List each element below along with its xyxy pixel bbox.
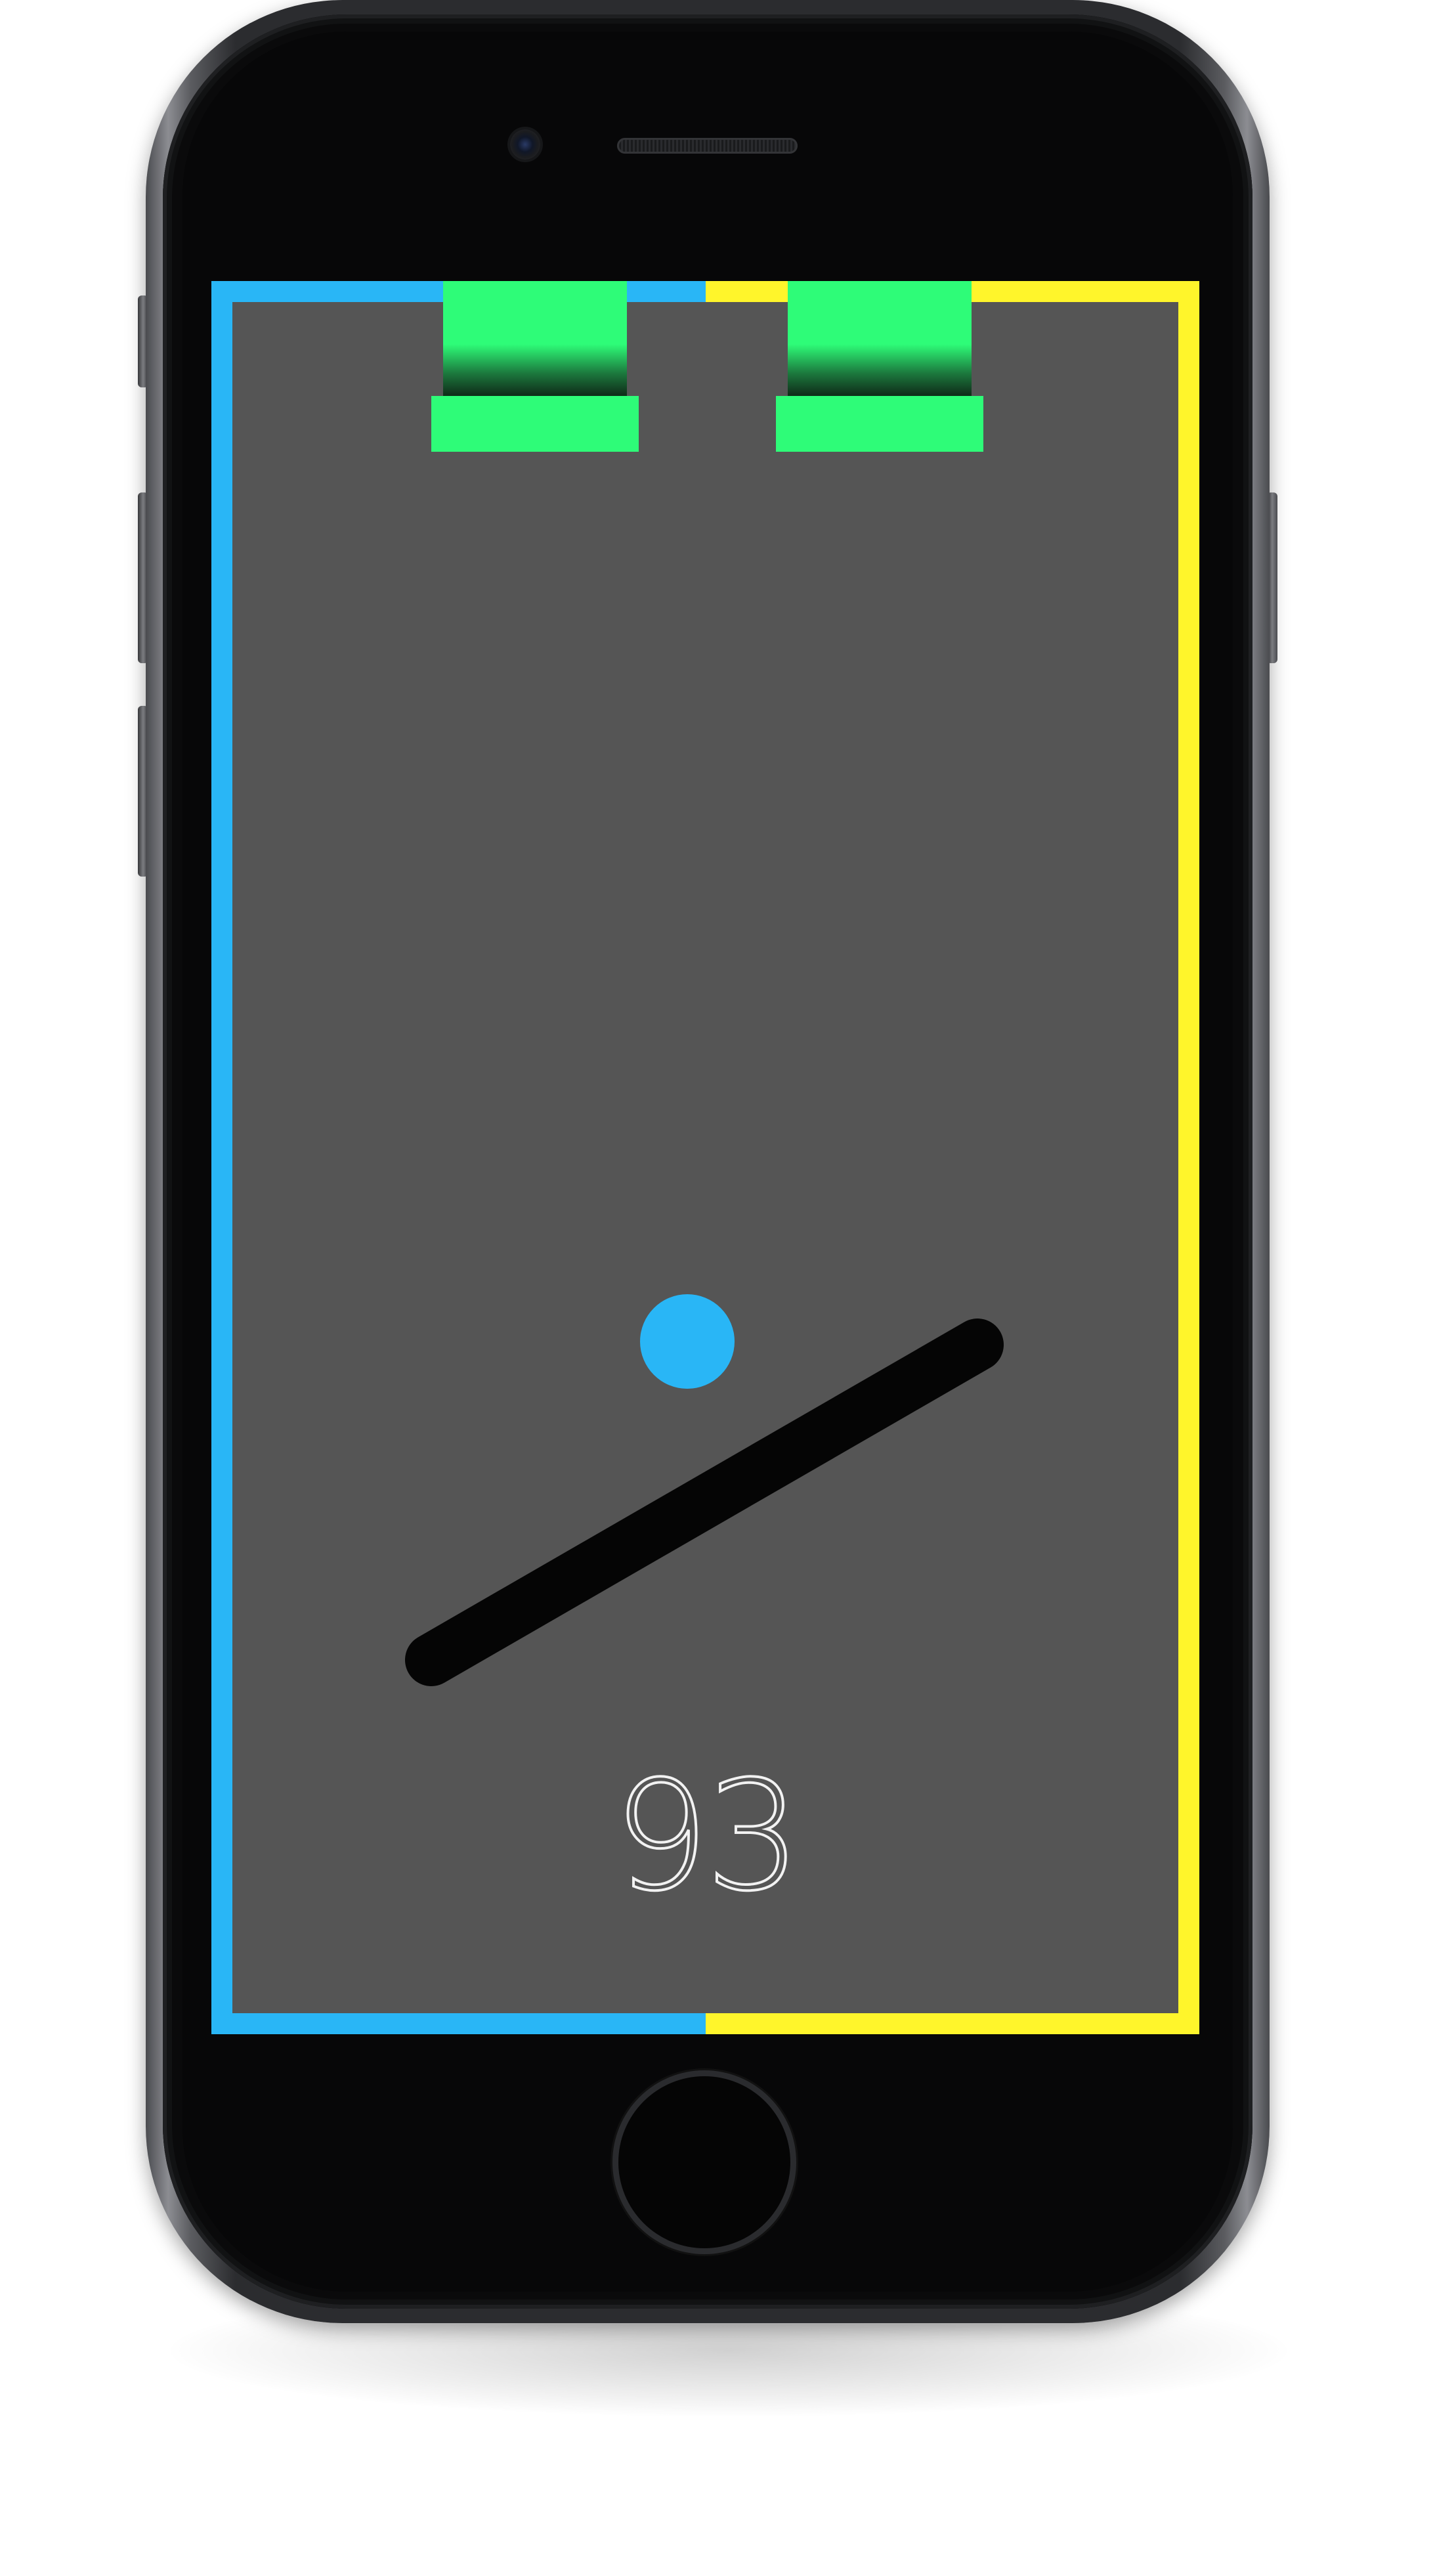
ball <box>640 1294 735 1389</box>
paddle[interactable] <box>405 1318 1004 1686</box>
score-display: 93 <box>612 1749 803 1925</box>
camera-icon <box>510 129 540 160</box>
home-button[interactable] <box>618 2076 790 2248</box>
mockup-stage: 93 <box>0 0 1456 2549</box>
speaker-grille <box>617 138 798 154</box>
game-screen[interactable]: 93 <box>211 281 1199 2034</box>
